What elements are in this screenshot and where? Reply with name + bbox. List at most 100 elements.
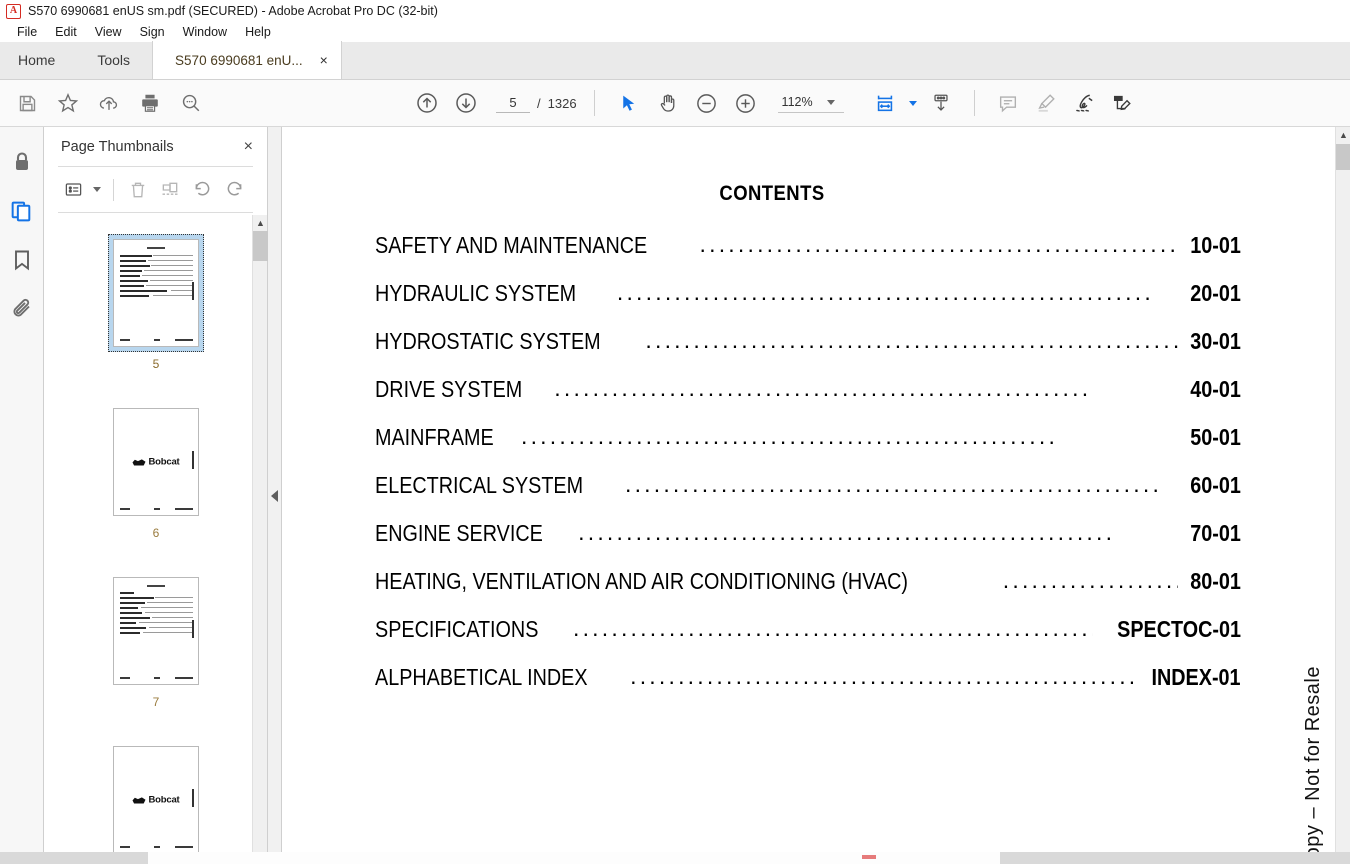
rotate-clockwise-icon[interactable] bbox=[219, 176, 249, 204]
thumbnail-preview bbox=[113, 239, 199, 347]
thumbnail-item[interactable]: Bobcat 6 bbox=[44, 403, 268, 540]
previous-page-icon[interactable] bbox=[410, 86, 444, 120]
document-scrollbar[interactable]: ▲ ▼ bbox=[1335, 127, 1350, 864]
title-bar: A S570 6990681 enUS sm.pdf (SECURED) - A… bbox=[0, 0, 1350, 22]
save-icon[interactable] bbox=[10, 86, 44, 120]
menu-file[interactable]: File bbox=[8, 22, 46, 42]
thumbnail-item[interactable]: 7 bbox=[44, 572, 268, 709]
menu-sign[interactable]: Sign bbox=[131, 22, 174, 42]
thumbnail-page-6[interactable]: Bobcat bbox=[108, 403, 204, 521]
page-options-icon[interactable] bbox=[58, 176, 88, 204]
select-cursor-icon[interactable] bbox=[612, 86, 646, 120]
thumbnail-number: 7 bbox=[152, 695, 160, 709]
thumbnail-page-5[interactable] bbox=[108, 234, 204, 352]
close-icon[interactable]: × bbox=[244, 138, 253, 155]
thumbnail-page-7[interactable] bbox=[108, 572, 204, 690]
toolbar-divider bbox=[593, 90, 595, 116]
collapse-panel-handle[interactable] bbox=[268, 127, 282, 864]
menu-window[interactable]: Window bbox=[174, 22, 236, 42]
sign-icon[interactable] bbox=[1067, 86, 1101, 120]
toc-entry-title: SAFETY AND MAINTENANCE bbox=[375, 232, 648, 258]
menu-help[interactable]: Help bbox=[236, 22, 280, 42]
chevron-down-icon[interactable] bbox=[90, 176, 104, 204]
tab-document[interactable]: S570 6990681 enU... × bbox=[152, 41, 342, 79]
tab-tools[interactable]: Tools bbox=[75, 41, 152, 79]
toc-entry-title: ELECTRICAL SYSTEM bbox=[375, 472, 584, 498]
bobcat-mark-icon bbox=[132, 459, 146, 466]
chevron-down-icon[interactable] bbox=[826, 99, 835, 105]
scroll-up-icon[interactable]: ▲ bbox=[253, 215, 268, 231]
chevron-down-icon[interactable] bbox=[906, 86, 920, 120]
document-view[interactable]: CONTENTS SAFETY AND MAINTENANCE ........… bbox=[282, 127, 1335, 864]
toc-entry[interactable]: ELECTRICAL SYSTEM ......................… bbox=[375, 471, 1241, 520]
thumbnails-list[interactable]: 5 Bobcat 6 7 Bobcat bbox=[44, 215, 268, 864]
toc-entry-title: SPECIFICATIONS bbox=[375, 616, 539, 642]
toc-entry-page: INDEX-01 bbox=[1151, 664, 1241, 690]
toc-entry[interactable]: HYDRAULIC SYSTEM .......................… bbox=[375, 279, 1241, 328]
table-of-contents: SAFETY AND MAINTENANCE .................… bbox=[375, 231, 1241, 712]
thumbnail-number: 6 bbox=[152, 526, 160, 540]
toc-entry[interactable]: ENGINE SERVICE .........................… bbox=[375, 519, 1241, 568]
toc-entry-page: SPECTOC-01 bbox=[1117, 616, 1241, 642]
scroll-up-icon[interactable]: ▲ bbox=[1336, 127, 1350, 143]
zoom-in-icon[interactable] bbox=[729, 86, 763, 120]
thumbnails-toolbar bbox=[44, 167, 267, 212]
divider bbox=[58, 212, 253, 213]
toolbar-center-group: / 1326 bbox=[410, 86, 844, 120]
extract-pages-icon[interactable] bbox=[924, 86, 958, 120]
page-separator: / bbox=[537, 95, 541, 111]
thumbnails-panel-header: Page Thumbnails × bbox=[44, 127, 267, 166]
menu-view[interactable]: View bbox=[86, 22, 131, 42]
next-page-icon[interactable] bbox=[449, 86, 483, 120]
thumbnails-scrollbar[interactable]: ▲ ▼ bbox=[252, 215, 268, 864]
attachments-icon[interactable] bbox=[4, 291, 40, 327]
print-icon[interactable] bbox=[133, 86, 167, 120]
page-thumbnails-icon[interactable] bbox=[4, 193, 40, 229]
acrobat-app-icon: A bbox=[6, 3, 21, 19]
bookmarks-icon[interactable] bbox=[4, 242, 40, 278]
toc-leader: ........................................… bbox=[630, 663, 1134, 689]
close-icon[interactable]: × bbox=[317, 51, 331, 69]
star-icon[interactable] bbox=[51, 86, 85, 120]
upload-cloud-icon[interactable] bbox=[92, 86, 126, 120]
toc-entry-title: ALPHABETICAL INDEX bbox=[375, 664, 588, 690]
toc-leader: ........................................… bbox=[1002, 567, 1178, 593]
tab-document-label: S570 6990681 enU... bbox=[175, 52, 303, 68]
scrollbar-thumb[interactable] bbox=[253, 231, 268, 261]
toc-entry[interactable]: DRIVE SYSTEM ...........................… bbox=[375, 375, 1241, 424]
highlight-icon[interactable] bbox=[1029, 86, 1063, 120]
security-lock-icon[interactable] bbox=[4, 144, 40, 180]
page-number-input[interactable] bbox=[496, 93, 530, 113]
toc-entry-page: 30-01 bbox=[1190, 328, 1241, 354]
fit-width-icon[interactable] bbox=[868, 86, 902, 120]
toc-entry[interactable]: SAFETY AND MAINTENANCE .................… bbox=[375, 231, 1241, 280]
zoom-out-icon[interactable] bbox=[690, 86, 724, 120]
thumbnail-item[interactable]: Bobcat 8 bbox=[44, 741, 268, 864]
toc-entry-page: 50-01 bbox=[1190, 424, 1241, 450]
zoom-search-icon[interactable] bbox=[174, 86, 208, 120]
menu-bar: File Edit View Sign Window Help bbox=[0, 22, 1350, 42]
toc-entry-title: ENGINE SERVICE bbox=[375, 520, 543, 546]
toc-entry[interactable]: HYDROSTATIC SYSTEM .....................… bbox=[375, 327, 1241, 376]
toolbar-divider-right bbox=[974, 90, 975, 116]
rotate-counterclockwise-icon[interactable] bbox=[187, 176, 217, 204]
tab-home[interactable]: Home bbox=[0, 41, 75, 79]
toc-entry[interactable]: ALPHABETICAL INDEX .....................… bbox=[375, 663, 1241, 712]
extract-pages-icon[interactable] bbox=[155, 176, 185, 204]
zoom-level-value: 112% bbox=[781, 95, 813, 109]
fill-and-sign-icon[interactable] bbox=[1105, 86, 1139, 120]
thumbnail-page-8[interactable]: Bobcat bbox=[108, 741, 204, 859]
toc-leader: ........................................… bbox=[554, 375, 1092, 401]
delete-pages-icon[interactable] bbox=[123, 176, 153, 204]
scrollbar-thumb[interactable] bbox=[1336, 144, 1350, 170]
comment-icon[interactable] bbox=[991, 86, 1025, 120]
toc-entry[interactable]: HEATING, VENTILATION AND AIR CONDITIONIN… bbox=[375, 567, 1241, 616]
toc-leader: ........................................… bbox=[699, 231, 1179, 257]
zoom-level-control[interactable]: 112% bbox=[777, 93, 844, 113]
toc-entry[interactable]: SPECIFICATIONS .........................… bbox=[375, 615, 1241, 664]
menu-edit[interactable]: Edit bbox=[46, 22, 86, 42]
toc-entry[interactable]: MAINFRAME ..............................… bbox=[375, 423, 1241, 472]
thumbnail-item[interactable]: 5 bbox=[44, 234, 268, 371]
toolbar-left-group bbox=[0, 86, 208, 120]
hand-tool-icon[interactable] bbox=[651, 86, 685, 120]
